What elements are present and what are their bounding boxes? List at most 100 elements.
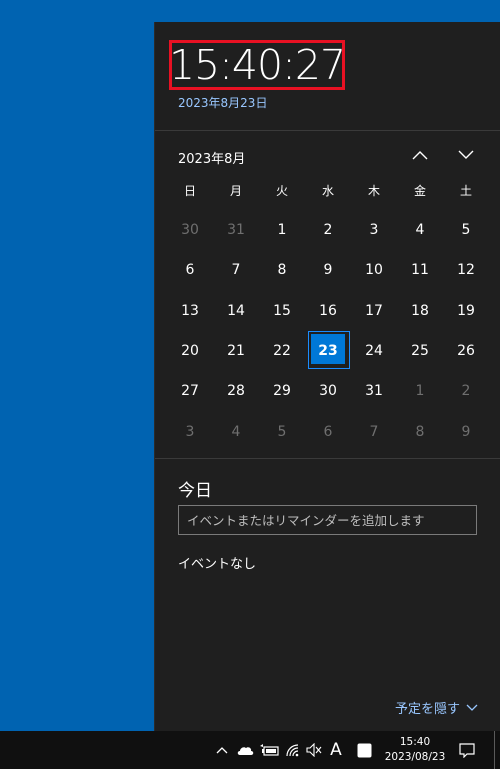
calendar-day[interactable]: 28 [213, 371, 259, 411]
chevron-down-icon [466, 704, 478, 711]
weekday-label: 日 [183, 184, 196, 198]
calendar-day[interactable]: 1 [259, 210, 305, 250]
app-tray-icon [357, 743, 371, 757]
calendar-day[interactable]: 2 [305, 210, 351, 250]
calendar-day[interactable]: 2 [443, 371, 489, 411]
calendar-day[interactable]: 14 [213, 291, 259, 331]
show-hidden-icons-button[interactable] [214, 731, 230, 769]
calendar-day[interactable]: 9 [443, 411, 489, 451]
calendar-day-number: 30 [319, 383, 337, 400]
calendar-day-number: 8 [415, 423, 425, 440]
calendar-day-number: 7 [369, 423, 379, 440]
calendar-day[interactable]: 6 [305, 411, 351, 451]
onedrive-cloud-icon [237, 746, 254, 755]
calendar-day[interactable]: 31 [351, 371, 397, 411]
calendar-day[interactable]: 8 [259, 250, 305, 290]
flyout-clock-date[interactable]: 2023年8月23日 [178, 94, 267, 111]
calendar-day[interactable]: 31 [213, 210, 259, 250]
calendar-day-number: 31 [365, 383, 383, 400]
calendar-day[interactable]: 27 [167, 371, 213, 411]
calendar-day[interactable]: 24 [351, 331, 397, 371]
calendar-day[interactable]: 29 [259, 371, 305, 411]
calendar-day[interactable]: 6 [167, 250, 213, 290]
calendar-day-number: 8 [277, 262, 287, 279]
weekday-label: 金 [413, 184, 426, 198]
ime-mode-button[interactable]: A [327, 731, 345, 769]
calendar-day[interactable]: 16 [305, 291, 351, 331]
notification-icon [459, 742, 475, 758]
calendar-day[interactable]: 3 [351, 210, 397, 250]
calendar-flyout: 15:40:27 2023年8月23日 2023年8月 日月火水木金土 30 31… [154, 22, 500, 731]
weekday-label: 土 [459, 184, 472, 198]
calendar-day-today[interactable]: 23 [305, 330, 351, 371]
calendar-day[interactable]: 4 [397, 210, 443, 250]
chevron-up-icon [216, 747, 228, 754]
calendar-day[interactable]: 1 [397, 371, 443, 411]
calendar-day-number: 26 [457, 343, 475, 360]
calendar-day-number: 27 [181, 383, 199, 400]
chevron-up-icon [412, 151, 428, 160]
weekday-label: 月 [229, 184, 242, 198]
calendar-day[interactable]: 12 [443, 250, 489, 290]
clock-highlight-box: 15:40:27 [169, 40, 346, 90]
calendar-day-number: 28 [227, 383, 245, 400]
calendar-day[interactable]: 15 [259, 291, 305, 331]
month-label[interactable]: 2023年8月 [178, 148, 245, 167]
calendar-day-number: 3 [185, 423, 195, 440]
calendar-day[interactable]: 17 [351, 291, 397, 331]
calendar-day-number: 11 [411, 262, 429, 279]
app-tray-button[interactable] [355, 731, 373, 769]
calendar-day-number: 18 [411, 302, 429, 319]
calendar-day-number: 19 [457, 302, 475, 319]
calendar-day-number: 30 [181, 222, 199, 239]
calendar-day[interactable]: 8 [397, 411, 443, 451]
calendar-day[interactable]: 26 [443, 331, 489, 371]
calendar-day[interactable]: 22 [259, 331, 305, 371]
network-button[interactable] [284, 731, 302, 769]
volume-button[interactable] [305, 731, 323, 769]
calendar-day[interactable]: 5 [259, 411, 305, 451]
calendar-day-number: 6 [323, 423, 333, 440]
taskbar: A 15:40 2023/08/23 [0, 731, 500, 769]
calendar-day[interactable]: 7 [213, 250, 259, 290]
action-center-button[interactable] [456, 731, 478, 769]
hide-agenda-button[interactable]: 予定を隠す [395, 698, 478, 717]
divider [155, 458, 500, 459]
calendar-day[interactable]: 10 [351, 250, 397, 290]
calendar-day-number: 1 [277, 222, 287, 239]
chevron-down-icon [458, 150, 474, 159]
calendar-day-number: 9 [461, 423, 471, 440]
calendar-day-number: 10 [365, 262, 383, 279]
calendar-day-number: 21 [227, 343, 245, 360]
agenda-title: 今日 [178, 481, 212, 501]
calendar-day[interactable]: 13 [167, 291, 213, 331]
calendar-day[interactable]: 20 [167, 331, 213, 371]
taskbar-clock-date: 2023/08/23 [384, 751, 446, 763]
calendar-day[interactable]: 25 [397, 331, 443, 371]
calendar-day[interactable]: 7 [351, 411, 397, 451]
taskbar-clock-time: 15:40 [399, 736, 431, 748]
onedrive-button[interactable] [235, 731, 255, 769]
calendar-day[interactable]: 30 [305, 371, 351, 411]
calendar-day[interactable]: 21 [213, 331, 259, 371]
calendar-day[interactable]: 4 [213, 411, 259, 451]
calendar-day[interactable]: 30 [167, 210, 213, 250]
wifi-icon [286, 744, 299, 757]
calendar-day[interactable]: 18 [397, 291, 443, 331]
calendar-day-number: 16 [319, 302, 337, 319]
battery-button[interactable] [259, 731, 281, 769]
add-event-input[interactable] [178, 505, 477, 535]
calendar-day[interactable]: 11 [397, 250, 443, 290]
calendar-day[interactable]: 3 [167, 411, 213, 451]
calendar-day-number: 7 [231, 262, 241, 279]
calendar-day-number: 1 [415, 383, 425, 400]
taskbar-clock[interactable]: 15:40 2023/08/23 [380, 733, 450, 767]
calendar-day[interactable]: 5 [443, 210, 489, 250]
calendar-day[interactable]: 19 [443, 291, 489, 331]
calendar-day-number: 31 [227, 222, 245, 239]
previous-month-button[interactable] [407, 144, 433, 166]
show-desktop-divider[interactable] [494, 731, 495, 769]
calendar-day[interactable]: 9 [305, 250, 351, 290]
calendar-day-number: 5 [461, 222, 471, 239]
next-month-button[interactable] [453, 144, 479, 166]
